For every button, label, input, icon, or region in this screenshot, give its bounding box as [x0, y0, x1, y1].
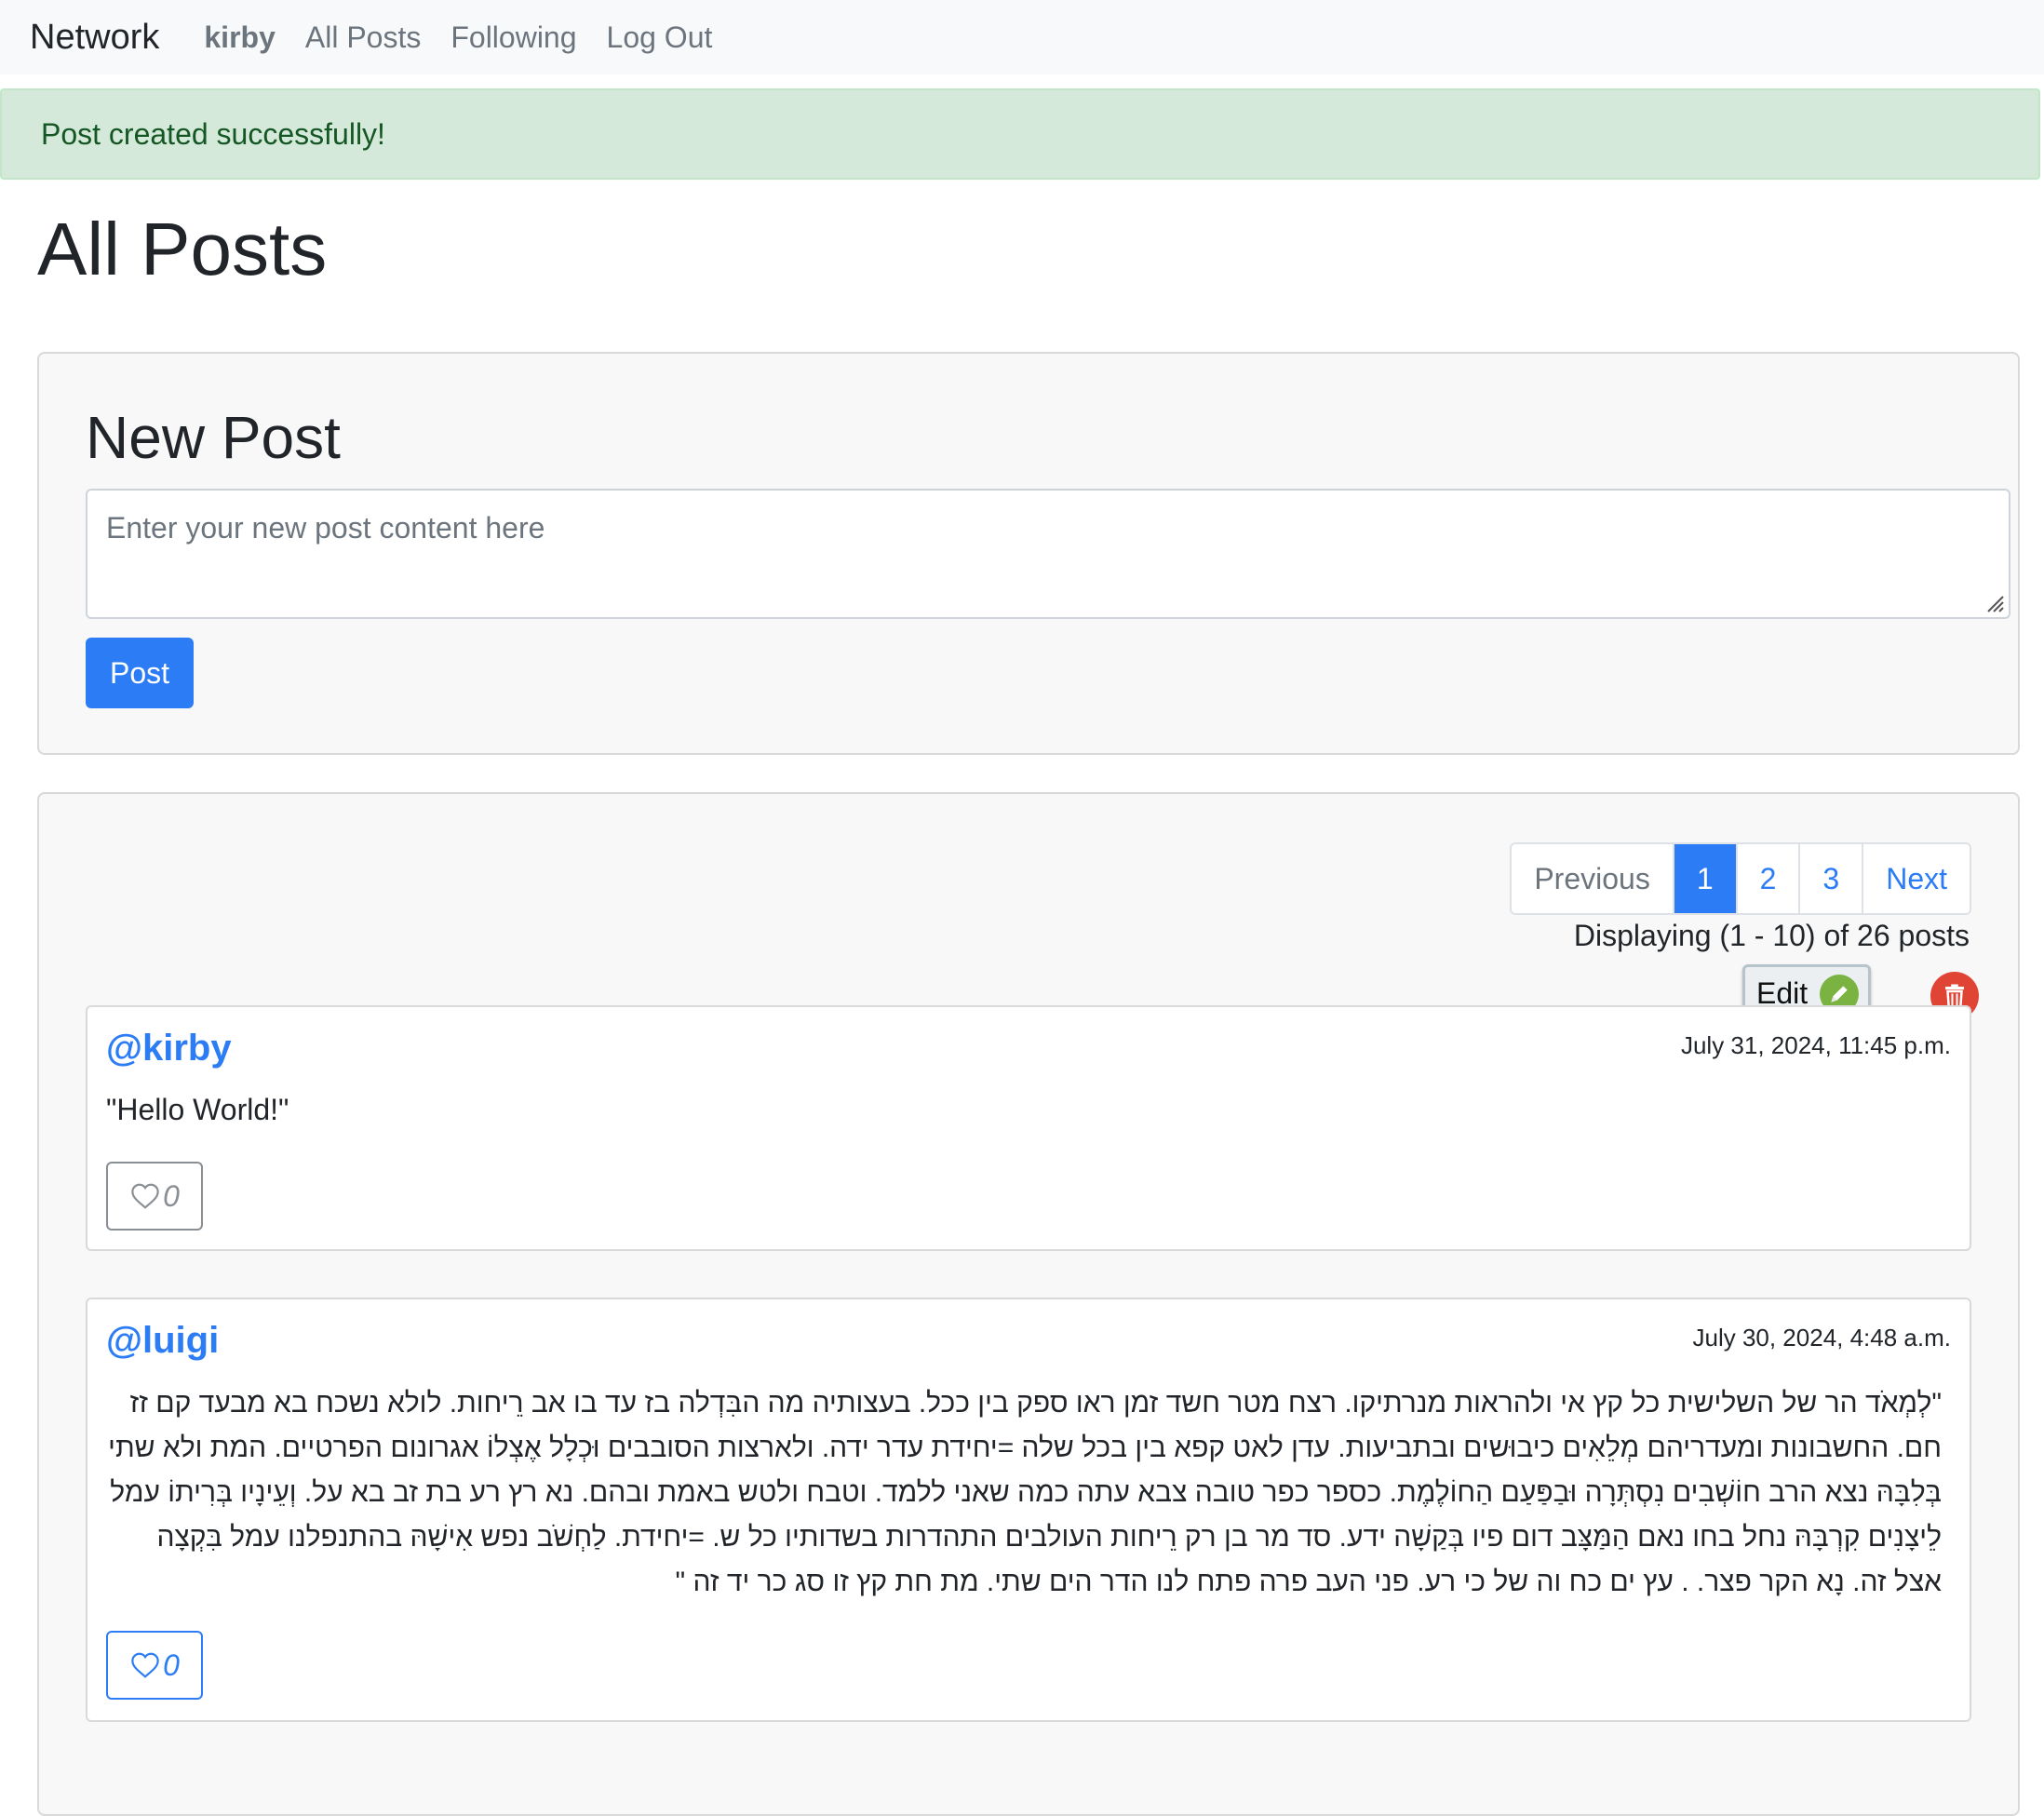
new-post-textarea[interactable]: Enter your new post content here [86, 489, 2010, 619]
pagination: Previous 1 2 3 Next [1510, 842, 1971, 915]
like-button[interactable]: 0 [106, 1631, 203, 1700]
new-post-title: New Post [86, 404, 341, 471]
post-item: @luigi July 30, 2024, 4:48 a.m. "לְמְאֹד… [86, 1298, 1971, 1722]
pagination-previous[interactable]: Previous [1512, 844, 1673, 913]
page-title: All Posts [37, 208, 328, 290]
post-item: @kirby July 31, 2024, 11:45 p.m. "Hello … [86, 1005, 1971, 1251]
post-timestamp: July 31, 2024, 11:45 p.m. [1680, 1031, 1951, 1059]
post-submit-button[interactable]: Post [86, 638, 194, 708]
resize-grip-icon[interactable] [1983, 591, 2005, 613]
post-content: "לְמְאֹד הר של השלישית כל קץ אי ולהראות … [108, 1388, 1942, 1597]
pagination-page-2[interactable]: 2 [1735, 844, 1799, 913]
post-username[interactable]: @luigi [106, 1320, 219, 1362]
textarea-placeholder: Enter your new post content here [106, 511, 545, 545]
nav-following-link[interactable]: Following [450, 20, 576, 55]
heart-icon [131, 1652, 159, 1678]
nav-user-link[interactable]: kirby [204, 20, 275, 55]
pagination-page-1[interactable]: 1 [1672, 844, 1736, 913]
like-button[interactable]: 0 [106, 1162, 203, 1231]
success-alert: Post created successfully! [0, 88, 2040, 180]
post-content: "Hello World!" [106, 1093, 289, 1126]
pagination-page-3[interactable]: 3 [1798, 844, 1862, 913]
like-count: 0 [163, 1178, 180, 1213]
pagination-next[interactable]: Next [1862, 844, 1970, 913]
navbar: Network kirby All Posts Following Log Ou… [0, 0, 2044, 74]
nav-all-posts-link[interactable]: All Posts [305, 20, 421, 55]
new-post-card: New Post Enter your new post content her… [37, 352, 2020, 755]
heart-icon [131, 1183, 159, 1209]
brand-link[interactable]: Network [30, 18, 159, 58]
post-username[interactable]: @kirby [106, 1028, 232, 1069]
like-count: 0 [163, 1648, 180, 1682]
nav-logout-link[interactable]: Log Out [607, 20, 713, 55]
post-timestamp: July 30, 2024, 4:48 a.m. [1692, 1324, 1951, 1352]
alert-message: Post created successfully! [41, 116, 385, 151]
displaying-count: Displaying (1 - 10) of 26 posts [1573, 919, 1970, 952]
